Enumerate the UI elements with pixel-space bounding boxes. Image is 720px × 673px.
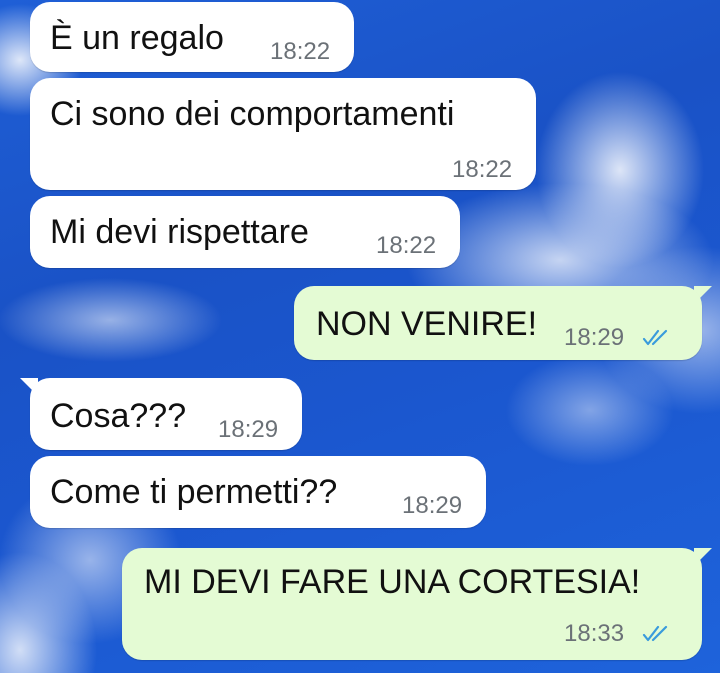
message-text: Cosa??? xyxy=(50,397,187,435)
message-time: 18:22 xyxy=(376,232,437,259)
message-time: 18:33 xyxy=(564,620,625,647)
double-check-icon xyxy=(642,625,668,642)
message-text: È un regalo xyxy=(50,19,224,57)
message-text: Ci sono dei comportamenti xyxy=(50,95,455,133)
message-time: 18:22 xyxy=(270,38,331,65)
message-time: 18:29 xyxy=(218,416,279,443)
message-time: 18:29 xyxy=(402,492,463,519)
message-time: 18:29 xyxy=(564,324,625,351)
message-bubble[interactable]: È un regalo 18:22 xyxy=(30,2,354,72)
message-bubble[interactable]: Come ti permetti?? 18:29 xyxy=(30,456,486,528)
message-text: MI DEVI FARE UNA CORTESIA! xyxy=(144,563,641,601)
double-check-icon xyxy=(642,329,668,346)
message-bubble[interactable]: NON VENIRE! 18:29 xyxy=(294,286,702,360)
message-text: NON VENIRE! xyxy=(316,305,538,343)
message-bubble[interactable]: Ci sono dei comportamenti 18:22 xyxy=(30,78,536,190)
message-text: Mi devi rispettare xyxy=(50,213,309,251)
message-bubble[interactable]: MI DEVI FARE UNA CORTESIA! 18:33 xyxy=(122,548,702,660)
message-bubble[interactable]: Mi devi rispettare 18:22 xyxy=(30,196,460,268)
message-bubble[interactable]: Cosa??? 18:29 xyxy=(30,378,302,450)
message-text: Come ti permetti?? xyxy=(50,473,338,511)
message-time: 18:22 xyxy=(452,156,513,183)
